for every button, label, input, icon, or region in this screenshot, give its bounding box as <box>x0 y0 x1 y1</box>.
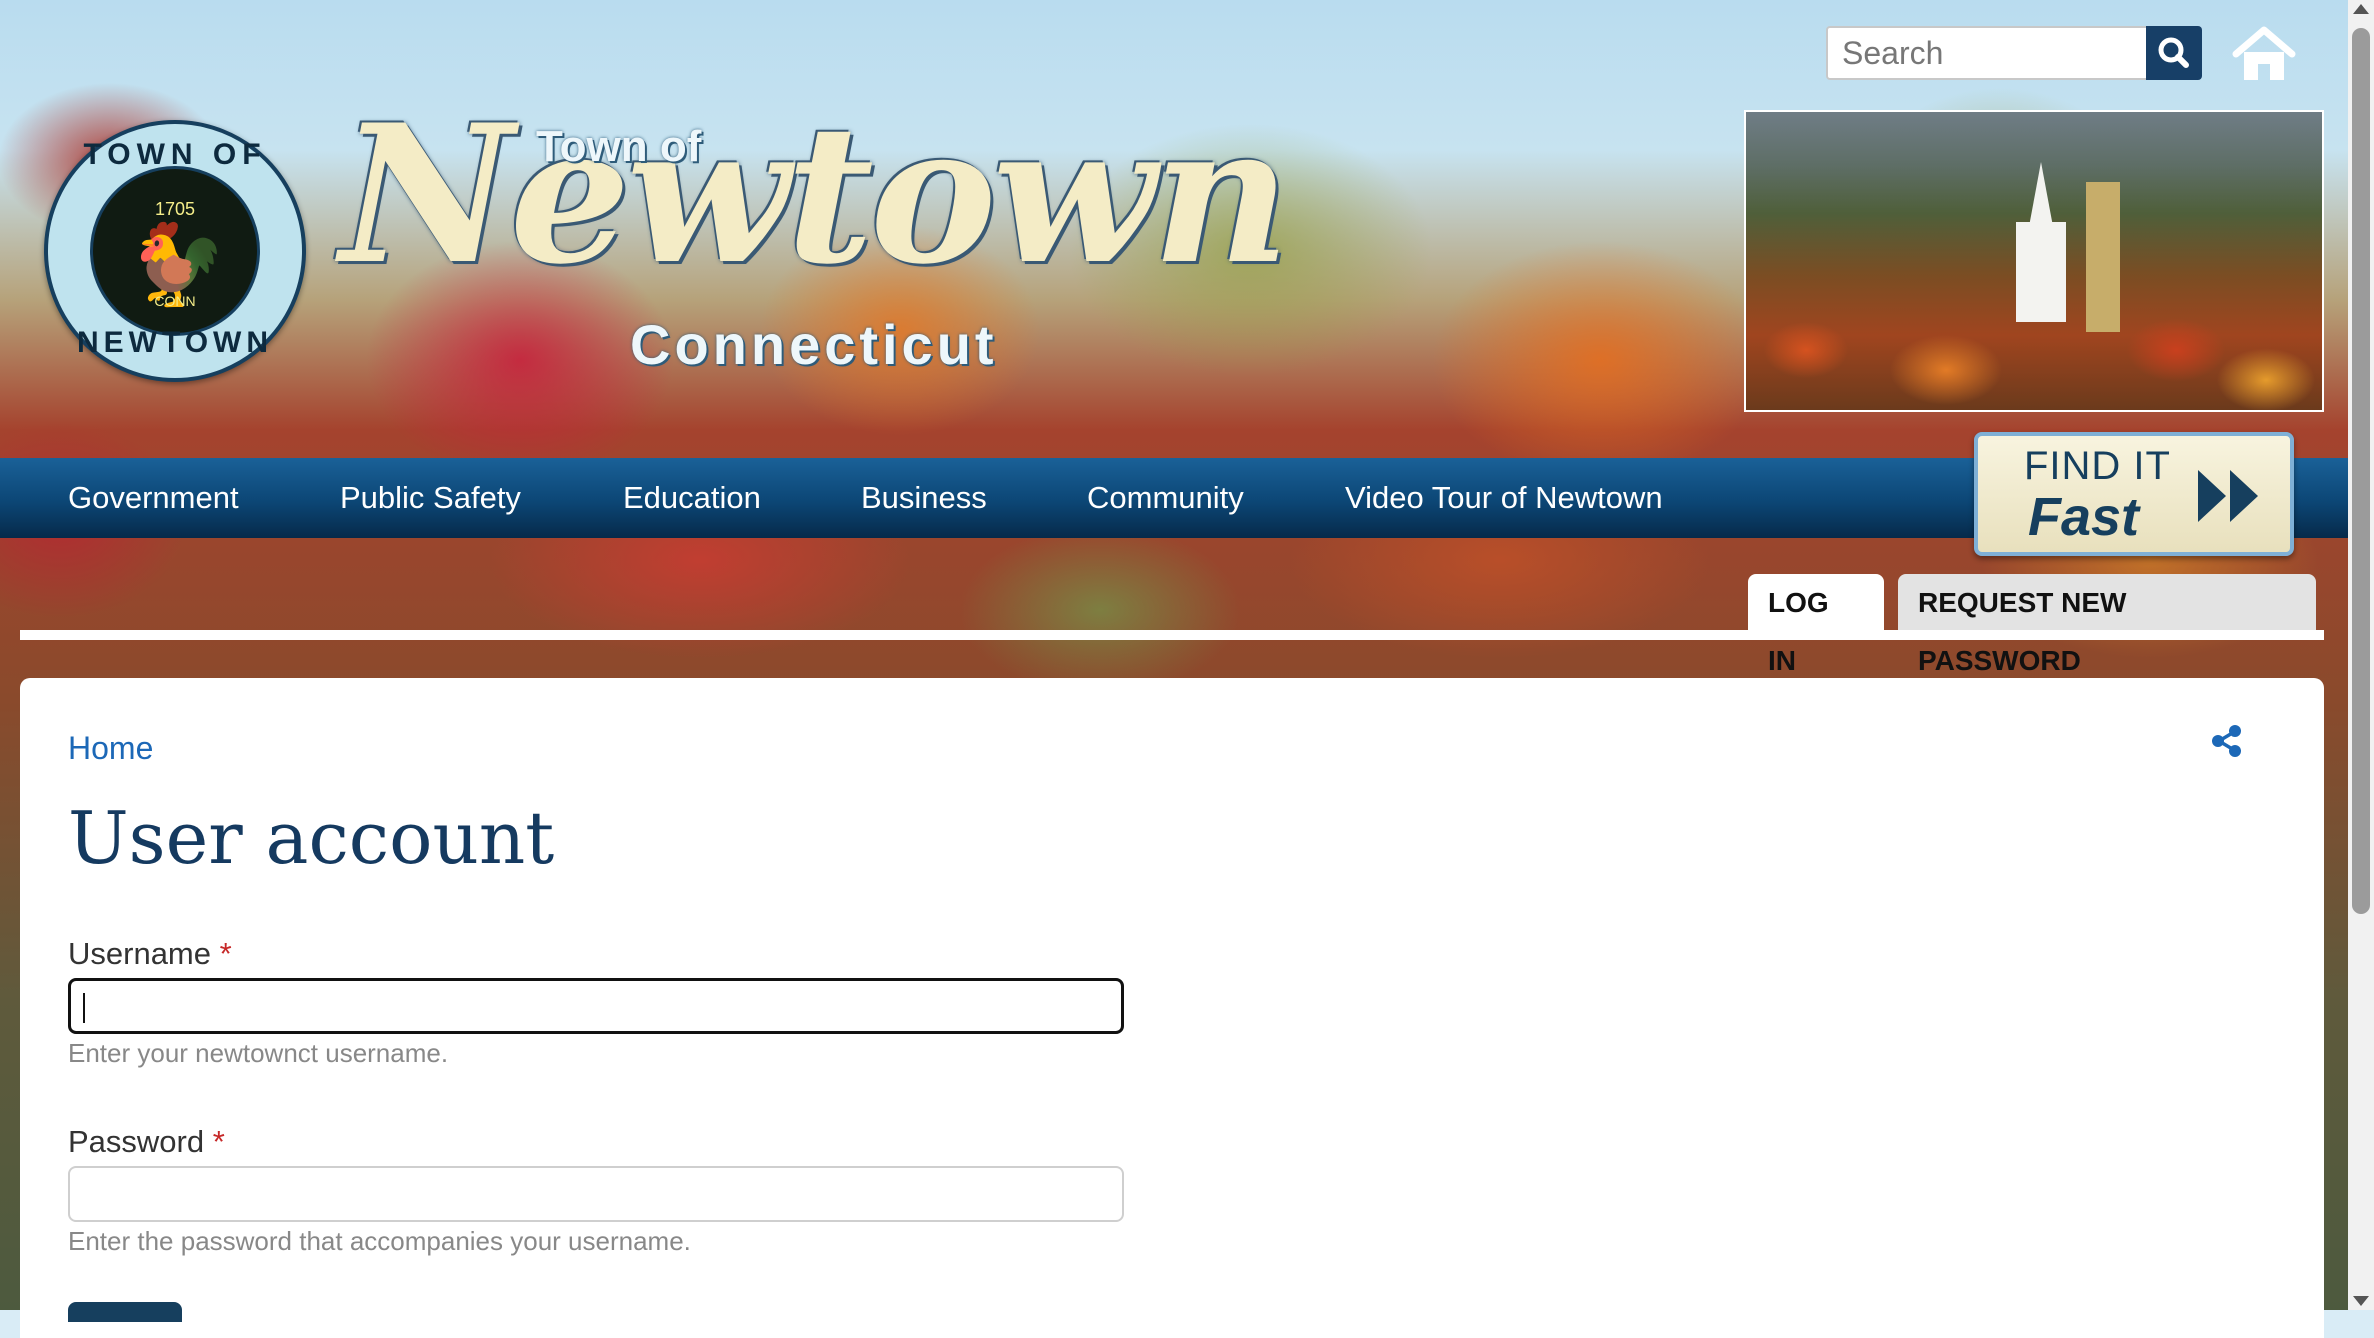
page-scrollbar[interactable] <box>2348 0 2374 1310</box>
nav-government[interactable]: Government <box>68 458 239 538</box>
find-it-fast-line1: FIND IT <box>2024 444 2171 488</box>
seal-year: 1705 <box>154 199 196 219</box>
password-required-marker: * <box>212 1124 225 1159</box>
seal-center: 1705 🐓 CONN <box>90 166 260 336</box>
search-icon <box>2158 37 2189 68</box>
password-field[interactable] <box>68 1166 1124 1222</box>
share-button[interactable] <box>2210 724 2244 758</box>
site-logo-newtown[interactable]: Newtown <box>340 100 1290 290</box>
nav-community[interactable]: Community <box>1087 458 1244 538</box>
double-arrow-icon <box>2198 470 2258 522</box>
town-seal-logo[interactable]: TOWN OF 1705 🐓 CONN NEWTOWN <box>44 120 306 382</box>
log-in-submit-button[interactable] <box>68 1302 182 1322</box>
nav-business[interactable]: Business <box>861 458 987 538</box>
nav-video-tour[interactable]: Video Tour of Newtown <box>1345 458 1663 538</box>
scroll-down-arrow-icon[interactable] <box>2353 1296 2369 1306</box>
share-icon <box>2212 725 2241 757</box>
scrollbar-thumb[interactable] <box>2352 28 2370 914</box>
tab-request-new-password[interactable]: REQUEST NEW PASSWORD <box>1898 574 2316 676</box>
seal-small-text: CONN <box>154 293 196 309</box>
password-description: Enter the password that accompanies your… <box>68 1226 691 1256</box>
home-button[interactable] <box>2230 24 2298 84</box>
seal-bottom-text: NEWTOWN <box>76 326 274 359</box>
home-icon <box>2232 26 2296 80</box>
scroll-up-arrow-icon[interactable] <box>2353 4 2369 14</box>
search-button[interactable] <box>2146 26 2202 80</box>
search-input[interactable] <box>1826 26 2148 80</box>
main-content: Home User account Username * Enter your … <box>20 678 2324 1338</box>
password-label: Password * <box>68 1124 225 1160</box>
header-photo <box>1744 110 2324 412</box>
site-logo-connecticut: Connecticut <box>630 313 998 376</box>
username-description: Enter your newtownct username. <box>68 1038 449 1068</box>
find-it-fast-line2: Fast <box>2028 487 2140 547</box>
page-title: User account <box>68 796 555 880</box>
username-required-marker: * <box>219 936 232 971</box>
find-it-fast-button[interactable]: FIND IT Fast <box>1974 432 2294 556</box>
tabs-divider <box>20 630 2324 640</box>
username-label: Username * <box>68 936 232 972</box>
nav-public-safety[interactable]: Public Safety <box>340 458 521 538</box>
password-label-text: Password <box>68 1124 205 1159</box>
autumn-trees <box>1746 290 2322 410</box>
username-field[interactable] <box>68 978 1124 1034</box>
nav-education[interactable]: Education <box>623 458 761 538</box>
breadcrumb-home[interactable]: Home <box>68 730 153 767</box>
tab-log-in[interactable]: LOG IN <box>1748 574 1884 676</box>
site-logo-town-of: Town of <box>536 122 702 171</box>
username-label-text: Username <box>68 936 211 971</box>
text-cursor <box>83 993 85 1023</box>
